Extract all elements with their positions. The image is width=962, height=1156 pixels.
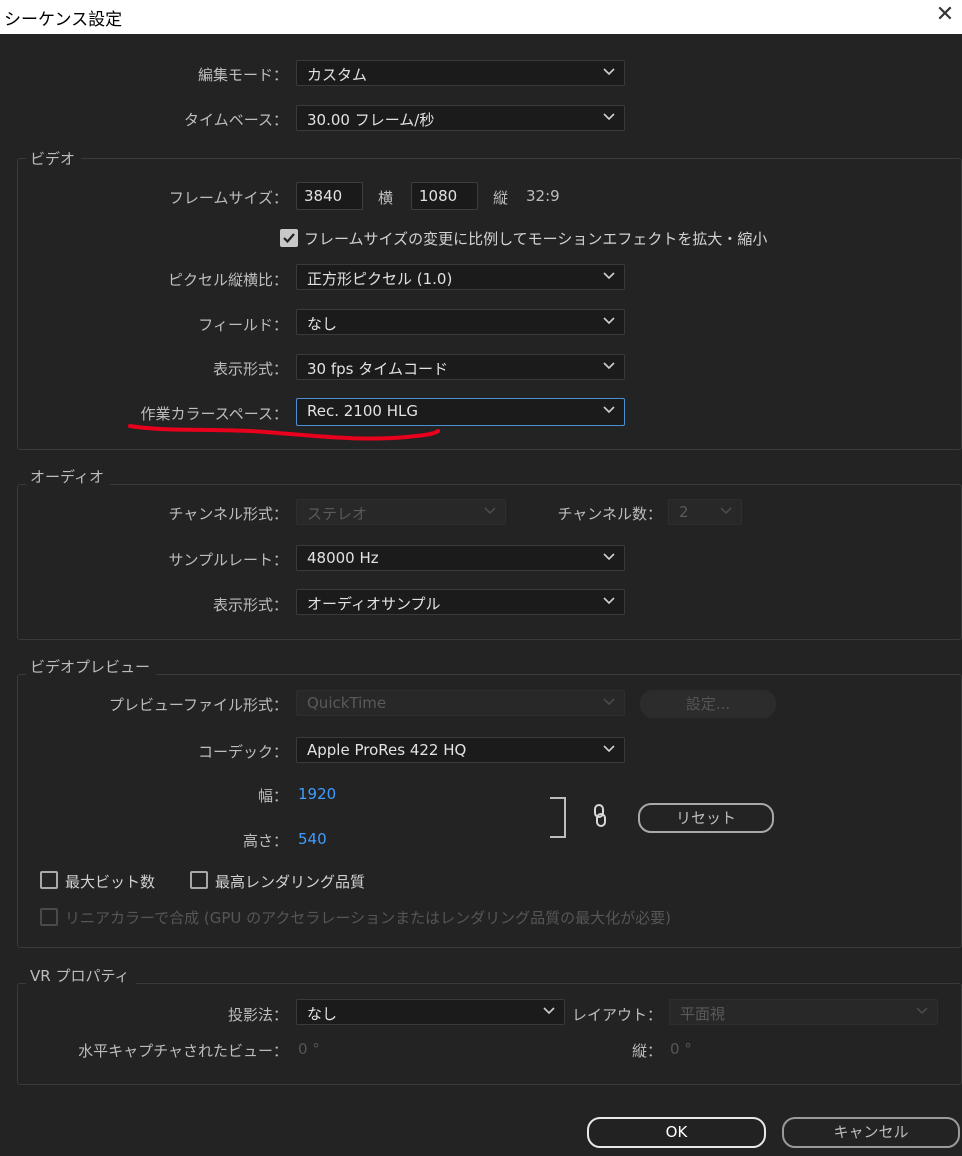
pixel-aspect-label: ピクセル縦横比： xyxy=(167,271,288,289)
frame-height-input[interactable]: 1080 xyxy=(411,182,478,210)
timebase-dropdown[interactable]: 30.00 フレーム/秒 xyxy=(296,105,625,131)
pixel-aspect-value: 正方形ピクセル (1.0) xyxy=(307,270,453,288)
max-bit-depth-checkbox[interactable] xyxy=(40,871,58,889)
edit-mode-label: 編集モード： xyxy=(197,66,288,84)
channel-count-value: 2 xyxy=(679,503,689,521)
link-bracket xyxy=(550,797,566,838)
preview-height-label: 高さ： xyxy=(242,832,288,850)
video-display-format-value: 30 fps タイムコード xyxy=(307,360,448,378)
scale-motion-checkbox[interactable] xyxy=(280,229,298,247)
layout-value: 平面視 xyxy=(680,1005,726,1023)
sample-rate-label: サンプルレート： xyxy=(168,551,288,569)
timebase-label: タイムベース： xyxy=(184,111,288,129)
chevron-down-icon xyxy=(603,745,615,753)
video-group-title: ビデオ xyxy=(26,148,82,169)
channel-format-value: ステレオ xyxy=(307,505,368,523)
linear-color-label: リニアカラーで合成 (GPU のアクセラレーションまたはレンダリング品質の最大化… xyxy=(65,909,671,927)
aspect-ratio-text: 32:9 xyxy=(526,187,560,205)
frame-height-value: 1080 xyxy=(419,187,458,205)
video-preview-group-title: ビデオプレビュー xyxy=(26,656,157,677)
audio-display-format-dropdown[interactable]: オーディオサンプル xyxy=(296,589,625,615)
channel-format-label: チャンネル形式： xyxy=(168,505,288,523)
fields-label: フィールド： xyxy=(198,316,288,334)
preview-file-format-dropdown[interactable]: QuickTime xyxy=(296,690,625,716)
frame-width-input[interactable]: 3840 xyxy=(296,182,363,210)
close-icon[interactable]: ✕ xyxy=(928,0,962,34)
layout-dropdown[interactable]: 平面視 xyxy=(669,999,938,1025)
chevron-down-icon xyxy=(603,406,615,414)
video-display-format-dropdown[interactable]: 30 fps タイムコード xyxy=(296,354,625,380)
h-captured-label: 水平キャプチャされたビュー： xyxy=(78,1042,288,1060)
cancel-button[interactable]: キャンセル xyxy=(782,1117,960,1148)
channel-format-dropdown[interactable]: ステレオ xyxy=(296,499,506,525)
title-bar: シーケンス設定 ✕ xyxy=(0,0,962,34)
audio-group-title: オーディオ xyxy=(26,466,110,487)
chevron-down-icon xyxy=(603,317,615,325)
edit-mode-dropdown[interactable]: カスタム xyxy=(296,60,625,86)
preview-settings-button[interactable]: 設定... xyxy=(640,690,776,718)
red-underline-annotation xyxy=(128,424,440,441)
chevron-down-icon xyxy=(603,113,615,121)
preview-file-format-label: プレビューファイル形式： xyxy=(108,696,288,714)
chevron-down-icon xyxy=(916,1007,928,1015)
preview-width-value[interactable]: 1920 xyxy=(298,785,336,803)
fields-dropdown[interactable]: なし xyxy=(296,309,625,335)
chevron-down-icon xyxy=(603,362,615,370)
window-title: シーケンス設定 xyxy=(4,10,123,30)
video-display-format-label: 表示形式： xyxy=(212,360,288,378)
codec-label: コーデック： xyxy=(197,743,288,761)
reset-button[interactable]: リセット xyxy=(638,803,774,833)
working-color-value: Rec. 2100 HLG xyxy=(307,402,418,420)
audio-display-format-value: オーディオサンプル xyxy=(307,595,441,613)
chevron-down-icon xyxy=(603,553,615,561)
max-bit-depth-label: 最大ビット数 xyxy=(65,873,156,891)
sample-rate-value: 48000 Hz xyxy=(307,549,379,567)
projection-dropdown[interactable]: なし xyxy=(296,999,565,1025)
frame-width-value: 3840 xyxy=(304,187,343,205)
max-render-quality-checkbox[interactable] xyxy=(190,871,208,889)
chevron-down-icon xyxy=(543,1007,555,1015)
audio-display-format-label: 表示形式： xyxy=(212,596,288,614)
preview-file-format-value: QuickTime xyxy=(307,694,387,712)
vertical-label: 縦 xyxy=(493,189,509,207)
layout-label: レイアウト： xyxy=(571,1006,662,1024)
chevron-down-icon xyxy=(603,272,615,280)
timebase-value: 30.00 フレーム/秒 xyxy=(307,111,435,129)
scale-motion-label: フレームサイズの変更に比例してモーションエフェクトを拡大・縮小 xyxy=(304,230,768,248)
chevron-down-icon xyxy=(603,68,615,76)
sample-rate-dropdown[interactable]: 48000 Hz xyxy=(296,545,625,571)
chevron-down-icon xyxy=(720,507,732,515)
frame-size-label: フレームサイズ： xyxy=(168,189,288,207)
vr-vertical-value: 0 ° xyxy=(670,1040,692,1058)
chevron-down-icon xyxy=(484,507,496,515)
h-captured-value: 0 ° xyxy=(298,1040,320,1058)
preview-width-label: 幅： xyxy=(257,787,288,805)
linear-color-checkbox[interactable] xyxy=(40,908,58,926)
pixel-aspect-dropdown[interactable]: 正方形ピクセル (1.0) xyxy=(296,264,625,290)
channel-count-label: チャンネル数： xyxy=(557,505,662,523)
chevron-down-icon xyxy=(603,698,615,706)
edit-mode-value: カスタム xyxy=(307,66,368,84)
preview-height-value[interactable]: 540 xyxy=(298,830,327,848)
channel-count-dropdown[interactable]: 2 xyxy=(668,499,742,525)
chevron-down-icon xyxy=(603,597,615,605)
fields-value: なし xyxy=(307,315,338,333)
vr-group-title: VR プロパティ xyxy=(26,965,136,986)
link-icon[interactable] xyxy=(590,803,610,829)
projection-value: なし xyxy=(307,1005,338,1023)
horizontal-label: 横 xyxy=(378,189,394,207)
vr-vertical-label: 縦： xyxy=(631,1042,662,1060)
codec-value: Apple ProRes 422 HQ xyxy=(307,741,467,759)
checkmark-icon xyxy=(283,233,295,244)
codec-dropdown[interactable]: Apple ProRes 422 HQ xyxy=(296,737,625,763)
ok-button[interactable]: OK xyxy=(587,1117,766,1148)
max-render-quality-label: 最高レンダリング品質 xyxy=(215,873,366,891)
projection-label: 投影法： xyxy=(227,1006,288,1024)
